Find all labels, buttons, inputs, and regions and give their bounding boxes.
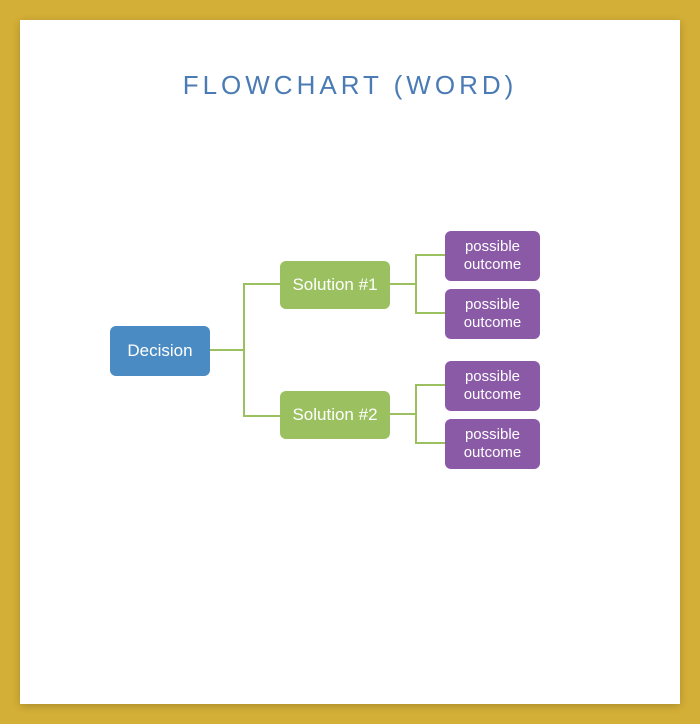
connector-line: [210, 349, 245, 351]
solution-node-1: Solution #1: [280, 261, 390, 309]
connector-line: [417, 254, 445, 256]
connector-line: [417, 384, 445, 386]
connector-line: [245, 283, 280, 285]
connector-line: [243, 349, 245, 417]
connector-line: [415, 384, 417, 415]
connector-line: [245, 415, 280, 417]
outcome-node-4: possible outcome: [445, 419, 540, 469]
solution-node-2: Solution #2: [280, 391, 390, 439]
outcome-node-3: possible outcome: [445, 361, 540, 411]
connector-line: [415, 254, 417, 285]
connector-line: [390, 283, 417, 285]
connector-line: [415, 283, 417, 314]
connector-line: [390, 413, 417, 415]
outcome-node-2: possible outcome: [445, 289, 540, 339]
connector-line: [243, 283, 245, 351]
decision-node: Decision: [110, 326, 210, 376]
connector-line: [415, 413, 417, 444]
flowchart-container: Decision Solution #1 Solution #2 possibl…: [50, 221, 650, 481]
connector-line: [417, 312, 445, 314]
page-title: FLOWCHART (WORD): [50, 70, 650, 101]
outcome-node-1: possible outcome: [445, 231, 540, 281]
connector-line: [417, 442, 445, 444]
document-page: FLOWCHART (WORD) Decision Solution #1 So…: [20, 20, 680, 704]
